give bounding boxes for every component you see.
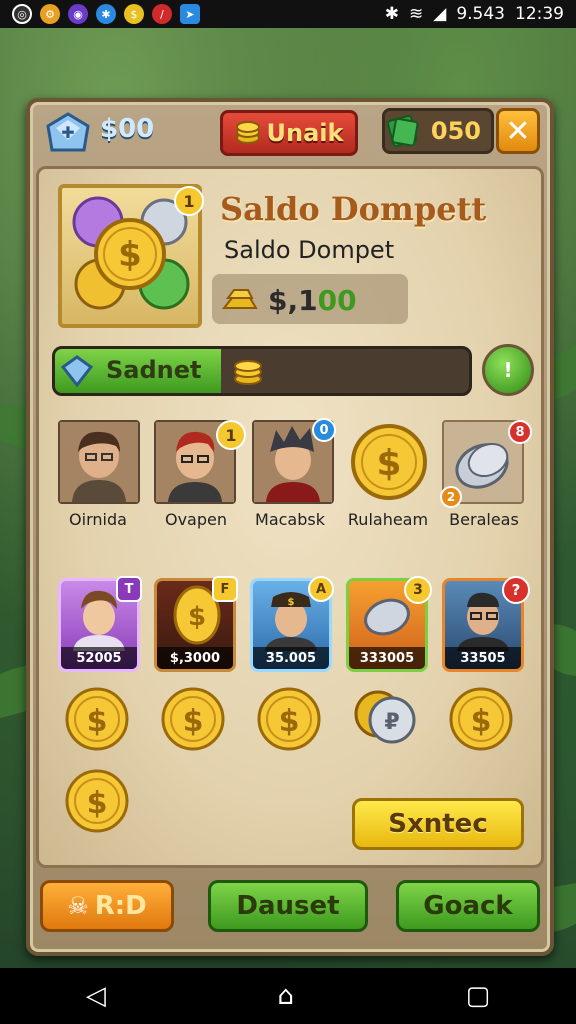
balance-value: $,100 bbox=[268, 284, 357, 317]
orange-action-button[interactable]: ☠ R:D bbox=[40, 880, 174, 932]
balance-prefix: $,1 bbox=[268, 284, 318, 317]
svg-text:✚: ✚ bbox=[61, 123, 74, 142]
dauset-button-label: Dauset bbox=[236, 891, 340, 921]
wifi-icon: ≋ bbox=[409, 4, 424, 24]
progress-label: Sadnet bbox=[106, 356, 202, 384]
camera-app-icon: ◎ bbox=[12, 4, 32, 24]
portrait-label-3: Macabsk bbox=[255, 510, 325, 529]
android-nav-bar: ◁ ⌂ ▢ bbox=[0, 968, 576, 1024]
portrait-badge-3-text: 0 bbox=[319, 422, 329, 438]
orange-action-label: R:D bbox=[94, 891, 147, 921]
svg-text:$: $ bbox=[471, 704, 492, 739]
info-icon: ! bbox=[503, 358, 513, 382]
svg-text:$: $ bbox=[118, 235, 142, 275]
wallet-badge-text: 1 bbox=[183, 191, 195, 211]
portrait-label-4: Rulaheam bbox=[347, 510, 429, 529]
portrait-label-1: Oirnida bbox=[69, 510, 127, 529]
info-round-button[interactable]: ! bbox=[482, 344, 534, 396]
diamond-icon bbox=[60, 355, 94, 388]
status-notification-icons: ◎ ⚙ ◉ ✱ $ / ➤ bbox=[12, 4, 200, 24]
svg-text:$: $ bbox=[188, 602, 206, 632]
portrait-4[interactable]: $ bbox=[348, 420, 430, 504]
svg-text:$: $ bbox=[87, 704, 108, 739]
svg-text:$: $ bbox=[376, 443, 401, 484]
coin-app-icon: $ bbox=[124, 4, 144, 24]
card-value-5: 33505 bbox=[445, 647, 521, 669]
portrait-badge-2-text: 1 bbox=[225, 425, 237, 445]
coin-stack-icon[interactable]: ₽ bbox=[352, 684, 422, 754]
card-badge-5-text: ? bbox=[511, 581, 521, 599]
card-badge-1: T bbox=[116, 576, 142, 602]
card-badge-3-text: A bbox=[315, 581, 327, 597]
character-icon bbox=[60, 422, 138, 502]
card-badge-2-text: F bbox=[220, 581, 230, 597]
card-badge-5: ? bbox=[502, 576, 530, 604]
card-value-1: 52005 bbox=[61, 647, 137, 669]
dauset-button[interactable]: Dauset bbox=[208, 880, 368, 932]
gold-coin-icon[interactable]: $ bbox=[448, 686, 514, 752]
gold-coin-icon[interactable]: $ bbox=[160, 686, 226, 752]
card-badge-4-text: 3 bbox=[413, 582, 423, 598]
cash-bundle-icon bbox=[386, 114, 419, 147]
card-badge-3: A bbox=[308, 576, 334, 602]
clock: 12:39 bbox=[515, 4, 564, 24]
goack-button[interactable]: Goack bbox=[396, 880, 540, 932]
portrait-badge-5b: 2 bbox=[440, 486, 462, 508]
coin-stack-icon bbox=[235, 121, 260, 144]
close-icon: ✕ bbox=[505, 113, 531, 149]
back-icon[interactable]: ◁ bbox=[86, 981, 106, 1011]
settings-app-icon: ✱ bbox=[96, 4, 116, 24]
status-bar: ◎ ⚙ ◉ ✱ $ / ➤ ✱ ≋ ◢ 9.543 12:39 bbox=[0, 0, 576, 28]
card-value-2: $,3000 bbox=[157, 647, 233, 669]
game-app-icon-2: ◉ bbox=[68, 4, 88, 24]
select-button[interactable]: Sxntec bbox=[352, 798, 524, 850]
wallet-title: Saldo Dompett bbox=[220, 190, 487, 228]
svg-text:$: $ bbox=[87, 786, 108, 821]
portrait-badge-3: 0 bbox=[312, 418, 336, 442]
goack-button-label: Goack bbox=[423, 891, 513, 921]
svg-text:$: $ bbox=[288, 597, 295, 608]
portrait-badge-5b-text: 2 bbox=[446, 490, 456, 504]
card-badge-2: F bbox=[212, 576, 238, 602]
portrait-1[interactable] bbox=[58, 420, 140, 504]
portrait-label-5: Beraleas bbox=[449, 510, 519, 529]
svg-text:$: $ bbox=[183, 704, 204, 739]
wallet-badge: 1 bbox=[174, 186, 204, 216]
card-badge-4: 3 bbox=[404, 576, 432, 604]
unlock-button-label: Unaik bbox=[266, 119, 344, 147]
recents-icon[interactable]: ▢ bbox=[466, 981, 491, 1011]
card-value-4: 333005 bbox=[349, 647, 425, 669]
portrait-badge-2: 1 bbox=[216, 420, 246, 450]
card-value-3: 35.005 bbox=[253, 647, 329, 669]
balance-highlight: 00 bbox=[317, 284, 357, 317]
home-icon[interactable]: ⌂ bbox=[277, 981, 294, 1011]
skull-icon: ☠ bbox=[67, 892, 89, 920]
portrait-label-2: Ovapen bbox=[164, 510, 227, 529]
svg-text:₽: ₽ bbox=[384, 710, 399, 735]
card-badge-1-text: T bbox=[124, 581, 134, 597]
gold-coin-icon[interactable]: $ bbox=[64, 768, 130, 834]
svg-text:$: $ bbox=[279, 704, 300, 739]
portrait-badge-5-text: 8 bbox=[515, 424, 525, 440]
gold-bars-icon bbox=[221, 289, 258, 309]
unlock-button[interactable]: Unaik bbox=[220, 110, 358, 156]
gold-coin-icon: $ bbox=[351, 424, 427, 500]
bluetooth-icon: ✱ bbox=[384, 4, 399, 24]
cash-value: 050 bbox=[430, 117, 481, 145]
signal-icon: ◢ bbox=[433, 4, 447, 24]
battery-text: 9.543 bbox=[456, 4, 505, 24]
telegram-app-icon: ➤ bbox=[180, 4, 200, 24]
gold-coin-icon[interactable]: $ bbox=[256, 686, 322, 752]
money-label: $00 bbox=[100, 114, 155, 144]
close-button[interactable]: ✕ bbox=[496, 108, 540, 154]
portrait-badge-5: 8 bbox=[508, 420, 532, 444]
select-button-label: Sxntec bbox=[388, 809, 488, 839]
game-app-icon: ⚙ bbox=[40, 4, 60, 24]
gem-icon: ✚ bbox=[46, 112, 90, 152]
coin-stack-icon bbox=[234, 360, 262, 385]
gold-coin-icon[interactable]: $ bbox=[64, 686, 130, 752]
flag-app-icon: / bbox=[152, 4, 172, 24]
status-system-icons: ✱ ≋ ◢ 9.543 12:39 bbox=[385, 4, 564, 24]
wallet-subtitle: Saldo Dompet bbox=[224, 236, 395, 264]
